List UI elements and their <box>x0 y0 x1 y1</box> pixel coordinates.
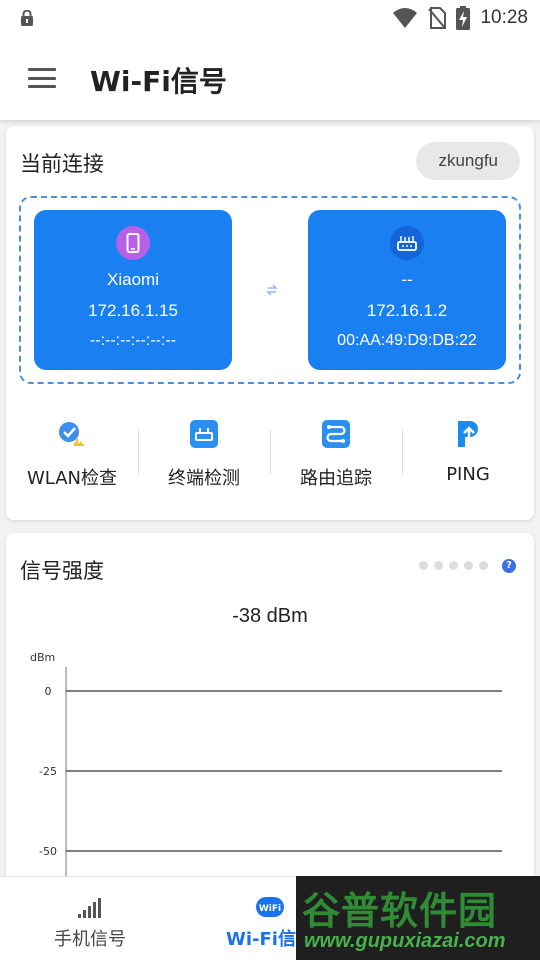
chart-y-tick-label: 0 <box>45 685 52 698</box>
chart-y-tick-label: -50 <box>39 845 57 858</box>
status-icons: 10:28 <box>392 6 528 30</box>
tool-wlan-check[interactable]: WLAN检查 <box>6 412 138 492</box>
page-indicator <box>419 561 488 570</box>
tool-label: 路由追踪 <box>300 468 372 489</box>
status-bar: 10:28 <box>0 0 540 36</box>
page-dot <box>464 561 473 570</box>
router-ip: 172.16.1.2 <box>366 301 448 320</box>
router-node[interactable]: -- 172.16.1.2 00:AA:49:D9:DB:22 <box>308 210 506 370</box>
tab-cell-signal[interactable]: 手机信号 <box>0 877 180 960</box>
ssid-badge[interactable]: zkungfu <box>416 142 520 180</box>
current-connection-card: 当前连接 zkungfu Xiaomi 172.16.1.15 --:--:--… <box>6 126 534 520</box>
nav-label: 手机信号 <box>54 929 126 950</box>
route-trace-icon <box>322 420 350 448</box>
device-ip: 172.16.1.15 <box>88 301 178 320</box>
page-dot <box>479 561 488 570</box>
svg-text:WiFi: WiFi <box>259 904 281 914</box>
cell-signal-icon <box>78 898 101 918</box>
page-dot <box>449 561 458 570</box>
signal-strength-title: 信号强度 <box>20 559 104 583</box>
menu-icon[interactable] <box>28 68 56 88</box>
chart-ylabel: dBm <box>30 651 55 664</box>
app-bar: Wi-Fi信号 <box>0 36 540 120</box>
watermark: 谷普软件园 www.gupuxiazai.com <box>296 876 540 960</box>
current-connection-title: 当前连接 <box>20 152 104 176</box>
signal-chart: dBm 0 -25 -50 <box>30 651 502 893</box>
connection-diagram: Xiaomi 172.16.1.15 --:--:--:--:--:-- -- … <box>19 196 521 384</box>
wifi-icon: WiFi <box>256 897 284 917</box>
no-sim-icon <box>428 7 447 29</box>
link-arrows-icon <box>266 284 278 296</box>
tool-label: 终端检测 <box>168 468 240 489</box>
tool-label: WLAN检查 <box>26 468 118 489</box>
terminal-detect-icon <box>190 420 218 448</box>
ping-icon <box>458 421 478 447</box>
watermark-url: www.gupuxiazai.com <box>304 930 506 952</box>
battery-charging-icon <box>456 6 471 30</box>
device-node[interactable]: Xiaomi 172.16.1.15 --:--:--:--:--:-- <box>34 210 232 370</box>
page-dot <box>434 561 443 570</box>
wlan-check-icon <box>59 422 85 446</box>
signal-value: -38 dBm <box>232 605 308 627</box>
tool-label: PING <box>446 464 490 485</box>
page-dot <box>419 561 428 570</box>
phone-icon <box>116 226 150 260</box>
wifi-status-icon <box>393 8 418 28</box>
router-mac: 00:AA:49:D9:DB:22 <box>337 332 477 349</box>
watermark-text: 谷普软件园 <box>302 889 498 933</box>
router-name: -- <box>401 270 413 289</box>
tool-route-trace[interactable]: 路由追踪 <box>270 412 402 492</box>
status-time: 10:28 <box>480 7 528 28</box>
page-title: Wi-Fi信号 <box>90 65 227 98</box>
chart-y-tick-label: -25 <box>39 765 57 778</box>
router-icon <box>390 226 424 260</box>
lock-icon <box>21 10 33 26</box>
tool-terminal-detect[interactable]: 终端检测 <box>138 412 270 492</box>
device-name: Xiaomi <box>107 270 159 289</box>
tool-ping[interactable]: PING <box>402 412 534 492</box>
tool-row: WLAN检查 终端检测 路由追踪 PING <box>6 412 534 492</box>
help-icon[interactable]: ? <box>502 559 516 573</box>
device-mac: --:--:--:--:--:-- <box>89 332 177 349</box>
